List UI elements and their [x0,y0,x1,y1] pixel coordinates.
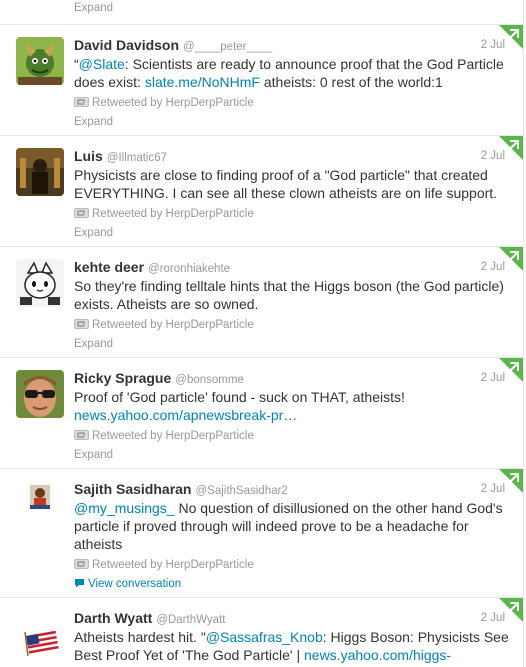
avatar[interactable] [16,481,64,529]
cartoon-avatar-icon [16,37,64,85]
tweet-username[interactable]: @roronhiakehte [148,263,230,275]
tweet-username[interactable]: @____peter____ [183,41,272,53]
url-link[interactable]: slate.me/NoNHmF [145,74,260,90]
retweet-icon [74,430,89,440]
tweet-stream: Expand David Davidson @____peter____ 2 J… [0,0,526,667]
retweet-context: Retweeted by HerpDerpParticle [74,317,509,333]
tweet-item[interactable]: Darth Wyatt @DarthWyatt 2 Jul Atheists ha… [0,598,524,667]
conversation-bubble-icon [75,579,84,588]
tweet-timestamp[interactable]: 2 Jul [481,147,505,165]
cartoon-cat-avatar-icon [16,259,64,307]
tweet-timestamp[interactable]: 2 Jul [481,369,505,387]
tweet-item[interactable]: kehte deer @roronhiakehte 2 Jul So they'r… [0,247,524,358]
retweet-context: Retweeted by HerpDerpParticle [74,206,509,222]
retweet-icon [74,208,89,218]
tweet-author-name[interactable]: kehte deer [74,259,144,275]
tweet-author-name[interactable]: Ricky Sprague [74,370,171,386]
tweet-username[interactable]: @DarthWyatt [156,614,225,626]
tweet-author-name[interactable]: Darth Wyatt [74,610,152,626]
small-photo-avatar-icon [16,481,64,529]
tweet-author-name[interactable]: David Davidson [74,37,179,53]
mention-link[interactable]: @my_musings_ [74,500,175,516]
avatar[interactable] [16,612,64,660]
mention-link[interactable]: @Sassafras_Knob [206,629,323,645]
retweet-icon [74,319,89,329]
tweet-item[interactable]: Ricky Sprague @bonsomme 2 Jul Proof of 'G… [0,358,524,469]
avatar[interactable] [16,259,64,307]
tweet-username[interactable]: @bonsomme [175,374,244,386]
avatar[interactable] [16,148,64,196]
retweet-context: Retweeted by HerpDerpParticle [74,95,509,111]
tweet-timestamp[interactable]: 2 Jul [481,36,505,54]
expand-link[interactable]: Expand [74,114,509,130]
tweet-text: Proof of 'God particle' found - suck on … [74,389,405,423]
retweet-context: Retweeted by HerpDerpParticle [74,557,509,573]
avatar[interactable] [16,370,64,418]
retweet-icon [74,97,89,107]
tweet-text: Atheists hardest hit. "@Sassafras_Knob: … [74,629,509,663]
tweet-username[interactable]: @SajithSasidhar2 [195,485,287,497]
retweet-icon [74,559,89,569]
expand-link[interactable]: Expand [74,0,509,16]
avatar[interactable] [16,37,64,85]
url-link[interactable]: news.yahoo.com/higgs- [304,647,451,663]
us-flag-avatar-icon [16,612,64,660]
expand-link[interactable]: Expand [74,225,509,241]
tweet-text: So they're finding telltale hints that t… [74,278,504,312]
tweet-timestamp[interactable]: 2 Jul [481,480,505,498]
tweet-text: @my_musings_ No question of disillusione… [74,500,503,552]
tweet-item[interactable]: David Davidson @____peter____ 2 Jul “@Sla… [0,25,524,136]
sunglasses-avatar-icon [16,370,64,418]
expand-link[interactable]: Expand [74,447,509,463]
tweet-text: “@Slate: Scientists are ready to announc… [74,56,504,90]
tweet-text: Physicists are close to finding proof of… [74,167,498,201]
url-link[interactable]: news.yahoo.com/apnewsbreak-pr… [74,407,297,423]
view-conversation-link[interactable]: View conversation [74,576,509,592]
tweet-author-name[interactable]: Sajith Sasidharan [74,481,191,497]
retweet-context: Retweeted by HerpDerpParticle [74,428,509,444]
tweet-timestamp[interactable]: 2 Jul [481,258,505,276]
tweet-item[interactable]: Sajith Sasidharan @SajithSasidhar2 2 Jul … [0,469,524,598]
tweet-username[interactable]: @Illmatic67 [107,152,167,164]
mention-link[interactable]: @Slate [79,56,125,72]
photo-avatar-icon [16,148,64,196]
expand-link[interactable]: Expand [74,336,509,352]
tweet-timestamp[interactable]: 2 Jul [481,609,505,627]
tweet-item[interactable]: Expand [0,0,524,25]
tweet-item[interactable]: Luis @Illmatic67 2 Jul Physicists are clo… [0,136,524,247]
tweet-author-name[interactable]: Luis [74,148,103,164]
